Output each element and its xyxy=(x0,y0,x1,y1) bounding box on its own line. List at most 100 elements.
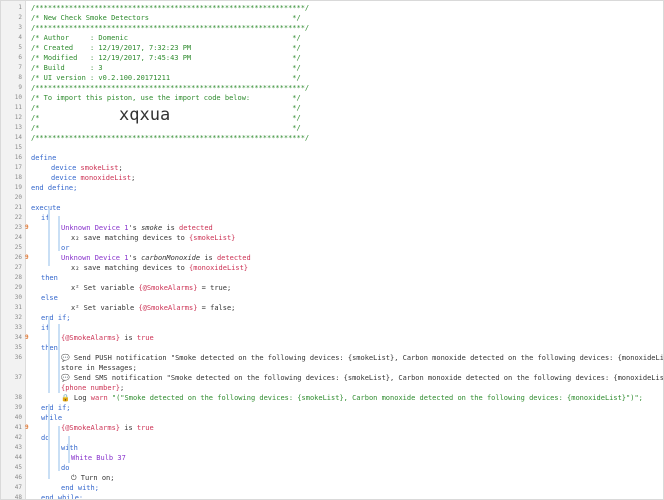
code-token: /* Modified : 12/19/2017, 7:45:43 PM */ xyxy=(31,54,301,62)
line-number: 29 xyxy=(14,284,22,291)
line-number: 44 xyxy=(14,454,22,461)
line-number: 25 xyxy=(14,244,22,251)
code-line[interactable]: White Bulb 37 xyxy=(71,453,126,463)
code-line[interactable]: while xyxy=(41,413,62,423)
code-token: /***************************************… xyxy=(31,4,310,12)
condition-marker[interactable]: 9 xyxy=(25,253,31,263)
line-number: 26 xyxy=(14,254,22,261)
code-token: smoke xyxy=(141,224,163,232)
code-line[interactable]: device smokeList; xyxy=(51,163,123,173)
code-line[interactable]: x₂ save matching devices to {monoxideLis… xyxy=(71,263,248,273)
code-token: is xyxy=(120,424,137,432)
code-token: warn xyxy=(90,394,108,402)
code-token: is xyxy=(200,254,217,262)
code-token: true xyxy=(136,424,154,432)
code-line[interactable]: end if; xyxy=(41,313,71,323)
code-line[interactable]: store in Messages; xyxy=(61,363,137,373)
code-line[interactable]: Unknown Device 1's smoke is detected xyxy=(61,223,213,233)
code-token: ⏻ Turn on; xyxy=(71,474,115,482)
line-number: 14 xyxy=(14,134,22,141)
line-number: 3 xyxy=(18,24,22,31)
block-guide xyxy=(48,208,50,266)
code-token: Set variable xyxy=(79,284,139,292)
code-line[interactable]: /***************************************… xyxy=(31,83,309,93)
code-line[interactable]: 🔒 Log warn "("Smoke detected on the foll… xyxy=(61,393,643,403)
code-line[interactable]: 💬 Send PUSH notification "Smoke detected… xyxy=(61,353,664,363)
code-line[interactable]: ⏻ Turn on; xyxy=(71,473,114,483)
import-code: xqxua xyxy=(119,105,171,125)
code-token: is xyxy=(120,334,137,342)
condition-marker[interactable]: 9 xyxy=(25,223,31,233)
piston-code-view: 1 2 3 4 5 6 7 8 9 10 11 12 13 14 15 16 17 18 19 20 21 22 23 24 2… xyxy=(0,0,664,500)
line-number: 35 xyxy=(14,344,22,351)
line-number: 7 xyxy=(18,64,22,71)
line-number: 15 xyxy=(14,144,22,151)
code-line[interactable]: x² Set variable {@SmokeAlarms} = true; xyxy=(71,283,231,293)
code-token: 💬 Send PUSH notification "Smoke detected… xyxy=(61,354,664,362)
code-line[interactable]: /* New Check Smoke Detectors */ xyxy=(31,13,301,23)
line-number: 39 xyxy=(14,404,22,411)
code-token: /* UI version : v0.2.100.20171211 */ xyxy=(31,74,301,82)
code-line[interactable]: /* UI version : v0.2.100.20171211 */ xyxy=(31,73,301,83)
code-line[interactable]: /***************************************… xyxy=(31,133,309,143)
code-line[interactable]: do xyxy=(61,463,69,473)
code-line[interactable]: end with; xyxy=(61,483,99,493)
condition-marker[interactable]: 9 xyxy=(25,333,31,343)
code-line[interactable]: x₂ save matching devices to {smokeList} xyxy=(71,233,235,243)
code-token: Unknown Device 1 xyxy=(61,254,129,262)
line-number: 43 xyxy=(14,444,22,451)
code-token: carbonMonoxide xyxy=(141,254,201,262)
line-number: 47 xyxy=(14,484,22,491)
code-token: end define; xyxy=(31,184,78,192)
code-line[interactable]: define xyxy=(31,153,56,163)
line-number: 27 xyxy=(14,264,22,271)
code-line[interactable]: device monoxideList; xyxy=(51,173,135,183)
code-line[interactable]: /* To import this piston, use the import… xyxy=(31,93,301,103)
code-line[interactable]: end while; xyxy=(41,493,83,499)
code-line[interactable]: end if; xyxy=(41,403,71,413)
code-token: {@SmokeAlarms} xyxy=(61,334,121,342)
line-number: 34 xyxy=(14,334,22,341)
code-token: save matching devices to xyxy=(79,234,190,242)
code-line[interactable]: {phone number}; xyxy=(61,383,124,393)
line-number: 23 xyxy=(14,224,22,231)
code-line[interactable]: x² Set variable {@SmokeAlarms} = false; xyxy=(71,303,235,313)
code-line[interactable]: end define; xyxy=(31,183,77,193)
code-line[interactable]: /* Created : 12/19/2017, 7:32:23 PM */ xyxy=(31,43,301,53)
line-number: 20 xyxy=(14,194,22,201)
code-line[interactable]: /***************************************… xyxy=(31,3,309,13)
code-line[interactable]: /* Modified : 12/19/2017, 7:45:43 PM */ xyxy=(31,53,301,63)
code-token: detected xyxy=(179,224,213,232)
line-number: 42 xyxy=(14,434,22,441)
code-line[interactable]: execute xyxy=(31,203,61,213)
line-number: 8 xyxy=(18,74,22,81)
code-line[interactable]: /***************************************… xyxy=(31,23,309,33)
code-line[interactable]: 💬 Send SMS notification "Smoke detected … xyxy=(61,373,663,383)
condition-marker[interactable]: 9 xyxy=(25,423,31,433)
code-line[interactable]: /* Build : 3 */ xyxy=(31,63,301,73)
code-line[interactable]: then xyxy=(41,273,58,283)
code-token: {@SmokeAlarms} xyxy=(61,424,121,432)
code-token: /* Created : 12/19/2017, 7:32:23 PM */ xyxy=(31,44,301,52)
line-number: 41 xyxy=(14,424,22,431)
code-line[interactable]: {@SmokeAlarms} is true xyxy=(61,423,154,433)
code-line[interactable]: or xyxy=(61,243,69,253)
line-number: 4 xyxy=(18,34,22,41)
code-line[interactable]: /* Author : Domenic */ xyxy=(31,33,301,43)
line-number: 13 xyxy=(14,124,22,131)
line-number: 33 xyxy=(14,324,22,331)
line-number: 11 xyxy=(14,104,22,111)
code-token: do xyxy=(61,464,70,472)
code-token: execute xyxy=(31,204,61,212)
line-number: 28 xyxy=(14,274,22,281)
code-token: {smokeList} xyxy=(189,234,236,242)
line-number xyxy=(1,363,22,373)
line-number: 19 xyxy=(14,184,22,191)
code-token: then xyxy=(41,274,58,282)
code-line[interactable]: {@SmokeAlarms} is true xyxy=(61,333,154,343)
code-token: 's xyxy=(128,254,142,262)
code-line[interactable]: else xyxy=(41,293,58,303)
code-line[interactable]: Unknown Device 1's carbonMonoxide is det… xyxy=(61,253,251,263)
code-token: /* Build : 3 */ xyxy=(31,64,301,72)
code-token: monoxideList xyxy=(80,174,132,182)
